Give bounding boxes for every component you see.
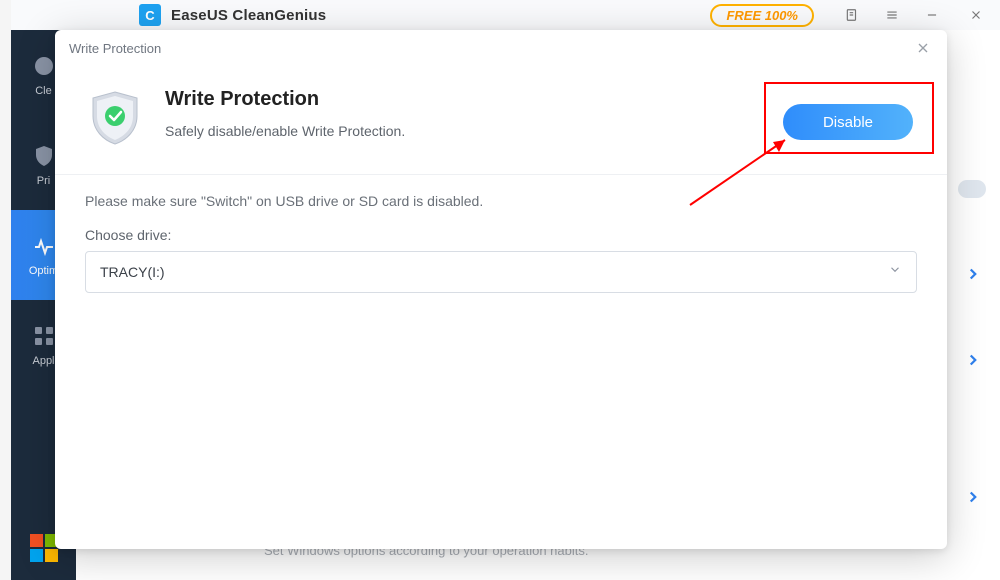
app-title: EaseUS CleanGenius <box>171 7 326 24</box>
shield-icon <box>85 88 145 148</box>
app-logo-icon: C <box>139 4 161 26</box>
modal-header: Write Protection <box>55 30 947 66</box>
modal-window-title: Write Protection <box>69 41 161 56</box>
arrow-right-icon[interactable] <box>964 265 982 283</box>
arrow-right-icon[interactable] <box>964 351 982 369</box>
menu-icon[interactable] <box>872 0 912 30</box>
privacy-icon <box>31 143 57 169</box>
modal-heading: Write Protection <box>165 88 405 111</box>
drive-value: TRACY(I:) <box>100 264 165 280</box>
minimize-icon[interactable] <box>912 0 952 30</box>
sidebar-item-label: Pri <box>37 175 50 187</box>
titlebar: C EaseUS CleanGenius FREE 100% <box>11 0 1000 30</box>
modal-hero-text: Write Protection Safely disable/enable W… <box>165 88 405 139</box>
drive-select[interactable]: TRACY(I:) <box>85 251 917 293</box>
windows-logo-icon <box>30 534 58 562</box>
sidebar-item-label: Optim <box>29 265 58 277</box>
chevron-down-icon <box>888 263 902 282</box>
arrow-right-icon[interactable] <box>964 488 982 506</box>
sidebar-item-label: Cle <box>35 85 52 97</box>
optimize-icon <box>31 233 57 259</box>
apps-icon <box>31 323 57 349</box>
toggle-pill[interactable] <box>958 180 986 198</box>
choose-drive-label: Choose drive: <box>85 227 917 243</box>
free-badge[interactable]: FREE 100% <box>710 4 814 27</box>
broom-icon <box>31 53 57 79</box>
disable-button[interactable]: Disable <box>783 104 913 140</box>
modal-hero: Write Protection Safely disable/enable W… <box>55 66 947 175</box>
sidebar-item-label: Appl <box>32 355 54 367</box>
write-protection-modal: Write Protection Write Protection Safely… <box>55 30 947 549</box>
modal-body: Please make sure "Switch" on USB drive o… <box>55 175 947 311</box>
window-close-icon[interactable] <box>952 0 1000 30</box>
close-icon[interactable] <box>913 38 933 58</box>
notes-icon[interactable] <box>832 0 872 30</box>
instruction-text: Please make sure "Switch" on USB drive o… <box>85 193 917 209</box>
modal-subheading: Safely disable/enable Write Protection. <box>165 123 405 139</box>
